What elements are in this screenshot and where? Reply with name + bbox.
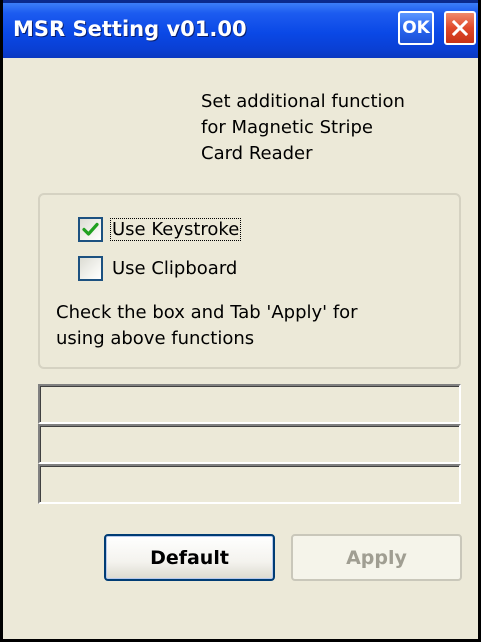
description-text: Set additional function for Magnetic Str… [201, 89, 405, 167]
title-bar[interactable]: MSR Setting v01.00 OK [3, 0, 478, 58]
default-button[interactable]: Default [104, 534, 275, 581]
ok-button-label: OK [402, 18, 430, 38]
use-clipboard-label[interactable]: Use Clipboard [111, 258, 238, 279]
description-line: Card Reader [201, 143, 313, 164]
apply-button-label: Apply [346, 546, 407, 569]
msr-setting-window: MSR Setting v01.00 OK Set additional fun… [0, 0, 481, 642]
output-field-1[interactable] [38, 384, 461, 424]
default-button-label: Default [150, 546, 229, 569]
check-mark-icon [82, 222, 99, 236]
description-line: Set additional function [201, 91, 405, 112]
window-title: MSR Setting v01.00 [13, 17, 247, 41]
hint-text: Check the box and Tab 'Apply' for using … [56, 300, 358, 352]
close-icon [452, 20, 468, 36]
description-line: for Magnetic Stripe [201, 117, 374, 138]
apply-button[interactable]: Apply [291, 534, 462, 581]
close-button[interactable] [444, 11, 476, 45]
ok-button[interactable]: OK [398, 11, 434, 45]
use-keystroke-checkbox[interactable] [78, 216, 103, 242]
use-clipboard-checkbox[interactable] [78, 255, 103, 281]
use-clipboard-option[interactable]: Use Clipboard [78, 254, 238, 282]
hint-line: using above functions [56, 328, 255, 349]
use-keystroke-label[interactable]: Use Keystroke [109, 217, 242, 241]
output-field-2[interactable] [38, 424, 461, 464]
use-keystroke-option[interactable]: Use Keystroke [78, 215, 242, 243]
output-field-3[interactable] [38, 464, 461, 504]
hint-line: Check the box and Tab 'Apply' for [56, 302, 358, 323]
